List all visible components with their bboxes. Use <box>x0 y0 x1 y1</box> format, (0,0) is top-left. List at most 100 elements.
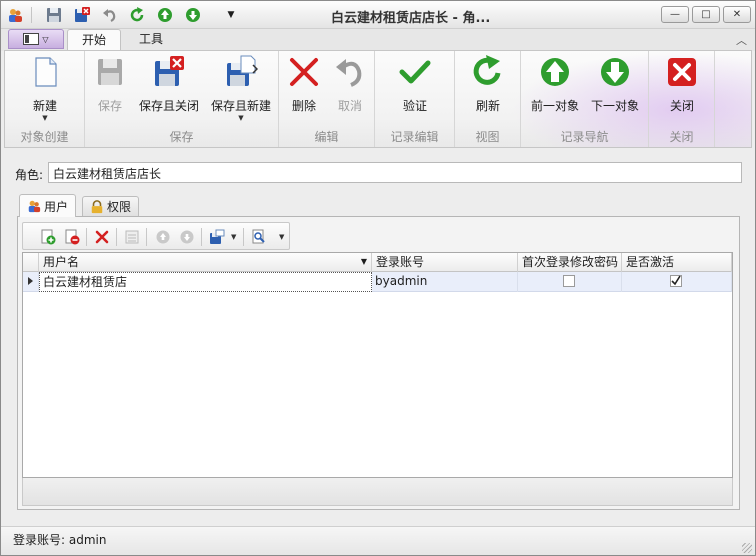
column-header-change-password[interactable]: 首次登录修改密码 <box>518 253 622 272</box>
current-row-arrow-icon <box>28 277 33 285</box>
cell-login[interactable]: byadmin <box>372 272 518 292</box>
checkmark-icon <box>671 275 681 286</box>
group-save: 保存 保存且关闭 保存且新建 ▼ 保存 <box>85 51 279 147</box>
users-icon <box>28 200 41 213</box>
grid-toolbar: ▼ ▼ <box>22 222 290 250</box>
refresh-icon[interactable] <box>127 5 147 25</box>
sort-arrow-icon: ▼ <box>360 257 367 266</box>
undo-icon <box>336 59 362 87</box>
save-new-icon <box>227 55 258 86</box>
cancel-button-label: 取消 <box>337 99 362 113</box>
new-button[interactable]: 新建 ▼ <box>23 55 67 122</box>
tab-tools[interactable]: 工具 <box>125 29 177 51</box>
menu-icon <box>23 33 40 45</box>
next-object-button[interactable]: 下一对象 <box>587 55 643 114</box>
active-checkbox[interactable] <box>670 275 682 287</box>
refresh-button[interactable]: 刷新 <box>470 55 506 114</box>
export-icon[interactable] <box>208 228 226 246</box>
previous-icon <box>541 58 569 86</box>
export-dropdown-icon[interactable]: ▼ <box>231 233 236 241</box>
ribbon: 新建 ▼ 对象创建 保存 保存且关闭 保存且新建 ▼ 保存 删除 取消 编辑 验… <box>4 50 752 148</box>
close-icon <box>668 58 696 86</box>
save-icon[interactable] <box>44 5 64 25</box>
change-password-checkbox[interactable] <box>563 275 575 287</box>
lock-icon <box>91 199 103 213</box>
customize-dropdown-icon[interactable]: ▼ <box>221 5 241 25</box>
next-icon <box>601 58 629 86</box>
group-object-create: 新建 ▼ 对象创建 <box>5 51 85 147</box>
new-button-label: 新建 <box>32 99 57 113</box>
group-label: 对象创建 <box>20 130 69 144</box>
column-header-label: 用户名 <box>43 255 80 269</box>
application-menu-button[interactable]: ▽ <box>8 29 64 49</box>
column-header-username[interactable]: 用户名 ▼ <box>39 253 372 272</box>
main-window: ▼ 白云建材租赁店店长 - 角... — □ ✕ ▽ 开始 工具 ︿ 新建 ▼ … <box>0 0 756 556</box>
group-view: 刷新 视图 <box>455 51 521 147</box>
users-grid: 用户名 ▼ 登录账号 首次登录修改密码 是否激活 白云建材租赁店 byadmin <box>22 252 733 478</box>
group-record-edit: 验证 记录编辑 <box>375 51 455 147</box>
role-field[interactable]: 白云建材租赁店店长 <box>48 162 742 183</box>
resize-grip-icon[interactable] <box>742 543 752 553</box>
table-row[interactable]: 白云建材租赁店 byadmin <box>23 272 732 292</box>
save-close-icon <box>155 56 184 86</box>
window-title: 白云建材租赁店店长 - 角... <box>331 11 491 26</box>
tab-start[interactable]: 开始 <box>67 29 122 51</box>
move-down-icon[interactable] <box>178 228 196 246</box>
validate-button[interactable]: 验证 <box>397 55 433 114</box>
toolbar-separator <box>146 228 147 246</box>
cell-username[interactable]: 白云建材租赁店 <box>39 272 372 292</box>
group-label: 视图 <box>475 130 500 144</box>
app-users-icon[interactable] <box>5 5 25 25</box>
cancel-button[interactable]: 取消 <box>333 55 367 114</box>
close-button[interactable]: 关闭 <box>664 55 700 114</box>
add-icon[interactable] <box>39 228 57 246</box>
toolbar-separator <box>86 228 87 246</box>
quick-access-separator <box>31 7 32 23</box>
toolbar-separator <box>116 228 117 246</box>
group-record-nav: 前一对象 下一对象 记录导航 <box>521 51 649 147</box>
group-label: 关闭 <box>669 130 694 144</box>
up-icon[interactable] <box>155 5 175 25</box>
down-icon[interactable] <box>183 5 203 25</box>
cell-change-password[interactable] <box>518 272 622 292</box>
delete-button[interactable]: 删除 <box>287 55 321 114</box>
refresh-button-label: 刷新 <box>475 99 500 113</box>
maximize-button[interactable]: □ <box>692 6 720 23</box>
grid-header: 用户名 ▼ 登录账号 首次登录修改密码 是否激活 <box>23 253 732 272</box>
delete-icon[interactable] <box>93 228 111 246</box>
toolbar-more-icon[interactable]: ▼ <box>279 233 284 241</box>
cell-active[interactable] <box>622 272 732 292</box>
collapse-ribbon-icon[interactable]: ︿ <box>736 32 747 48</box>
group-close: 关闭 关闭 <box>649 51 715 147</box>
role-label: 角色: <box>15 168 44 182</box>
previous-object-button[interactable]: 前一对象 <box>527 55 583 114</box>
dropdown-arrow-icon: ▼ <box>42 114 48 122</box>
save-close-icon[interactable] <box>72 5 92 25</box>
minimize-button[interactable]: — <box>661 6 689 23</box>
grid-footer <box>22 478 733 506</box>
close-button-label: 关闭 <box>669 99 694 113</box>
ribbon-tabs-row: ▽ 开始 工具 ︿ <box>1 29 755 51</box>
group-label: 记录编辑 <box>390 130 439 144</box>
remove-icon[interactable] <box>63 228 81 246</box>
close-window-button[interactable]: ✕ <box>723 6 751 23</box>
delete-icon <box>290 58 318 86</box>
find-icon[interactable] <box>250 228 268 246</box>
tab-users-label: 用户 <box>44 199 69 214</box>
group-label: 编辑 <box>314 130 339 144</box>
list-icon[interactable] <box>123 228 141 246</box>
tab-users[interactable]: 用户 <box>19 194 77 217</box>
column-header-login[interactable]: 登录账号 <box>372 253 518 272</box>
save-button[interactable]: 保存 <box>93 55 127 114</box>
move-up-icon[interactable] <box>154 228 172 246</box>
chevron-down-icon: ▽ <box>42 34 49 44</box>
toolbar-separator <box>201 228 202 246</box>
save-close-button[interactable]: 保存且关闭 <box>137 55 201 114</box>
group-edit: 删除 取消 编辑 <box>279 51 375 147</box>
undo-icon[interactable] <box>100 5 120 25</box>
tab-permissions[interactable]: 权限 <box>82 196 140 216</box>
save-new-button-label: 保存且新建 <box>210 99 271 113</box>
column-header-active[interactable]: 是否激活 <box>622 253 732 272</box>
status-bar: 登录账号: admin <box>1 526 755 555</box>
save-new-button[interactable]: 保存且新建 ▼ <box>209 55 273 122</box>
